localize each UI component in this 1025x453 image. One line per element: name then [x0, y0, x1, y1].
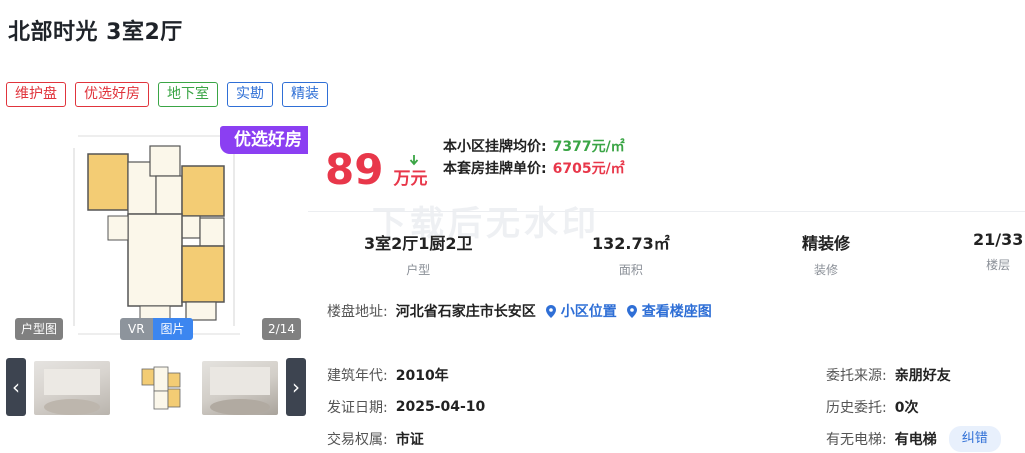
stat-value: 21/33 — [973, 230, 1024, 249]
chevron-left-icon[interactable]: ‹ — [6, 358, 26, 416]
photos-tab[interactable]: 图片 — [152, 318, 193, 340]
history-label: 历史委托: — [826, 400, 887, 416]
stat-layout: 3室2厅1厨2卫 户型 — [364, 230, 473, 278]
thumbnail-strip: ‹ › — [6, 358, 308, 418]
building-map-link[interactable]: 查看楼座图 — [626, 301, 712, 321]
price-unit: 万元 — [393, 169, 428, 189]
stat-area: 132.73㎡ 面积 — [592, 230, 670, 278]
stat-value: 精装修 — [802, 234, 851, 253]
community-avg-value: 7377元/㎡ — [552, 139, 625, 155]
divider — [308, 211, 1025, 212]
build-year-value: 2010年 — [395, 368, 449, 384]
elevator-value: 有电梯 — [894, 432, 937, 448]
stat-floor: 21/33 楼层 — [973, 230, 1023, 273]
image-counter: 2/14 — [262, 318, 301, 340]
room-photo-thumbnail — [44, 369, 100, 415]
room-photo-thumbnail — [210, 367, 270, 415]
vr-tab[interactable]: VR — [120, 318, 153, 340]
source-label: 委托来源: — [826, 368, 887, 384]
price-amount: 89 — [325, 145, 384, 194]
photo-gallery[interactable]: 优选好房 户型图 VR 图片 2/14 — [8, 126, 308, 344]
property-stats: 3室2厅1厨2卫 户型 132.73㎡ 面积 精装修 装修 21/33 楼层 — [308, 230, 1025, 277]
building-map-label: 查看楼座图 — [641, 304, 712, 320]
history-row: 历史委托: 0次 — [826, 397, 918, 417]
source-value: 亲朋好友 — [894, 368, 951, 384]
thumbnail[interactable] — [118, 361, 194, 415]
floorplan-thumbnail — [141, 366, 181, 410]
stat-label: 面积 — [618, 263, 643, 277]
floorplan-tab[interactable]: 户型图 — [15, 318, 64, 340]
source-row: 委托来源: 亲朋好友 — [826, 365, 951, 385]
elevator-label: 有无电梯: — [826, 432, 887, 448]
media-type-toggle: VR 图片 — [120, 318, 193, 340]
tag-premium[interactable]: 优选好房 — [75, 82, 149, 107]
chevron-right-icon[interactable]: › — [286, 358, 306, 416]
rights-label: 交易权属: — [327, 432, 388, 448]
build-year-row: 建筑年代: 2010年 — [327, 365, 449, 385]
rights-value: 市证 — [395, 432, 424, 448]
tag-decorated[interactable]: 精装 — [282, 82, 328, 107]
total-price: 89 万元 — [325, 145, 427, 194]
tag-maintenance[interactable]: 维护盘 — [6, 82, 66, 107]
thumbnail[interactable] — [202, 361, 278, 415]
community-avg-label: 本小区挂牌均价: — [443, 139, 547, 155]
stat-label: 户型 — [406, 263, 431, 277]
address-row: 楼盘地址: 河北省石家庄市长安区 小区位置 查看楼座图 — [327, 301, 712, 321]
stat-value: 132.73㎡ — [592, 234, 670, 253]
cert-date-label: 发证日期: — [327, 400, 388, 416]
cert-date-value: 2025-04-10 — [395, 399, 486, 415]
location-pin-icon — [626, 304, 637, 318]
tag-basement[interactable]: 地下室 — [158, 82, 218, 107]
elevator-row: 有无电梯: 有电梯 纠错 — [826, 426, 1001, 452]
location-pin-icon — [545, 304, 556, 318]
thumbnail[interactable] — [34, 361, 110, 415]
rights-row: 交易权属: 市证 — [327, 429, 424, 449]
unit-price-block: 本小区挂牌均价: 7377元/㎡ 本套房挂牌单价: 6705元/㎡ — [443, 136, 625, 180]
stat-label: 楼层 — [986, 258, 1011, 272]
build-year-label: 建筑年代: — [327, 368, 388, 384]
stat-label: 装修 — [814, 263, 839, 277]
cert-date-row: 发证日期: 2025-04-10 — [327, 397, 485, 417]
premium-badge: 优选好房 — [220, 126, 308, 154]
tag-list: 维护盘 优选好房 地下室 实勘 精装 — [6, 82, 328, 107]
address-label: 楼盘地址: — [327, 304, 388, 320]
floorplan-image[interactable] — [8, 126, 308, 344]
stat-value: 3室2厅1厨2卫 — [364, 234, 473, 253]
listing-unit-label: 本套房挂牌单价: — [443, 161, 547, 177]
listing-unit-value: 6705元/㎡ — [552, 161, 625, 177]
arrow-down-icon — [409, 155, 419, 166]
report-error-button[interactable]: 纠错 — [948, 426, 1001, 452]
history-value: 0次 — [894, 400, 919, 416]
community-location-label: 小区位置 — [560, 304, 617, 320]
community-location-link[interactable]: 小区位置 — [545, 301, 617, 321]
address-value: 河北省石家庄市长安区 — [395, 304, 536, 320]
stat-decoration: 精装修 装修 — [802, 230, 850, 278]
tag-inspected[interactable]: 实勘 — [227, 82, 273, 107]
page-title: 北部时光 3室2厅 — [8, 20, 183, 45]
